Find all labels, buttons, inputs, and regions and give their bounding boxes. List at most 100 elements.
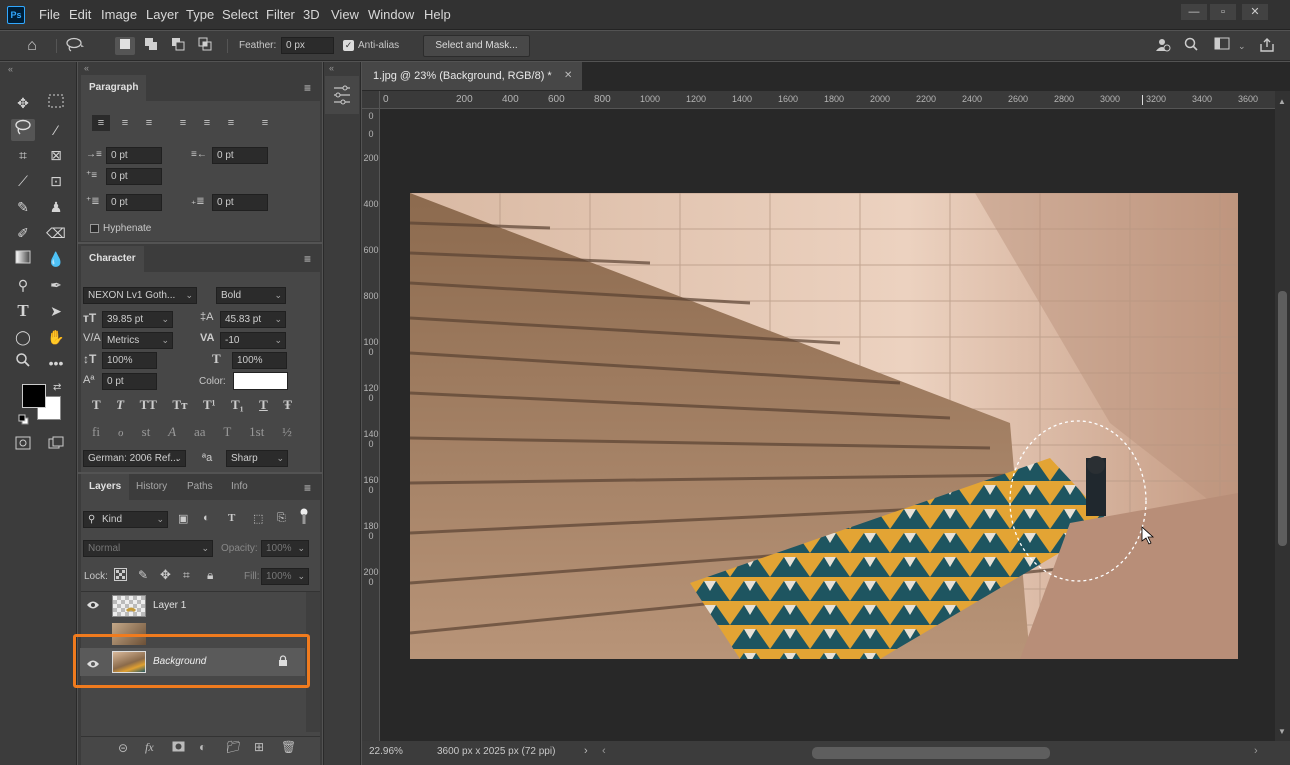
foreground-color-swatch[interactable] xyxy=(22,384,46,408)
tab-paths[interactable]: Paths xyxy=(179,474,221,500)
text-color-swatch[interactable] xyxy=(233,372,288,390)
antialias-dropdown[interactable]: Sharp ⌄ xyxy=(226,450,288,467)
magic-wand-tool-icon[interactable]: ⁄ xyxy=(44,119,68,141)
crop-tool-icon[interactable]: ⌗ xyxy=(11,144,35,166)
frame-tool-icon[interactable]: ⊠ xyxy=(44,144,68,166)
small-caps-button[interactable]: Tт xyxy=(172,397,187,415)
close-icon[interactable]: ✕ xyxy=(1242,4,1268,20)
layer-row[interactable]: Layer 1 xyxy=(80,592,305,620)
hyphenate-checkbox[interactable] xyxy=(90,224,99,233)
menu-file[interactable]: File xyxy=(39,7,60,22)
lock-all-icon[interactable]: 🔒︎ xyxy=(207,568,213,583)
adjustment-filter-icon[interactable]: ◐ xyxy=(203,512,210,524)
tracking-dropdown[interactable]: -10 ⌄ xyxy=(220,332,286,349)
vertical-scrollbar[interactable]: ▲ ▼ xyxy=(1275,91,1290,741)
ordinals-button[interactable]: 1st xyxy=(249,424,264,442)
vertical-scale-input[interactable]: 100% xyxy=(102,352,157,369)
quick-mask-icon[interactable] xyxy=(11,434,35,456)
type-tool-icon[interactable]: T xyxy=(11,300,35,322)
antialias-checkbox[interactable]: ✓ xyxy=(343,40,354,51)
patch-tool-icon[interactable]: ⊡ xyxy=(44,170,68,192)
maximize-icon[interactable]: ▫ xyxy=(1210,4,1236,20)
ligatures-button[interactable]: fi xyxy=(92,424,100,442)
dodge-tool-icon[interactable]: ⚲ xyxy=(11,274,35,296)
lasso-tool-icon[interactable] xyxy=(11,119,35,141)
scroll-down-icon[interactable]: ▼ xyxy=(1278,727,1286,736)
panel-menu-icon[interactable]: ≡ xyxy=(304,252,311,266)
menu-help[interactable]: Help xyxy=(424,7,451,22)
font-family-dropdown[interactable]: NEXON Lv1 Goth... ⌄ xyxy=(83,287,197,304)
indent-left-input[interactable]: 0 pt xyxy=(106,147,162,164)
tab-paragraph[interactable]: Paragraph xyxy=(81,75,147,101)
panel-menu-icon[interactable]: ≡ xyxy=(304,481,311,495)
default-colors-icon[interactable] xyxy=(18,414,29,425)
fill-dropdown[interactable]: 100% ⌄ xyxy=(261,568,309,585)
eraser-tool-icon[interactable]: ⌫ xyxy=(44,222,68,244)
fractions-button[interactable]: ½ xyxy=(282,424,292,442)
menu-window[interactable]: Window xyxy=(368,7,414,22)
all-caps-button[interactable]: TT xyxy=(140,397,157,415)
intersect-selection-icon[interactable] xyxy=(195,37,215,55)
scroll-up-icon[interactable]: ▲ xyxy=(1278,97,1286,106)
adjustment-layer-icon[interactable]: ◐ xyxy=(199,740,206,754)
menu-layer[interactable]: Layer xyxy=(146,7,179,22)
add-mask-icon[interactable] xyxy=(172,741,185,752)
superscript-button[interactable]: T¹ xyxy=(203,397,216,415)
language-dropdown[interactable]: German: 2006 Ref... ⌄ xyxy=(83,450,186,467)
justify-all-icon[interactable]: ≡ xyxy=(256,115,274,131)
layer-name[interactable]: Layer 1 xyxy=(153,600,186,611)
lasso-preset-icon[interactable] xyxy=(64,37,84,55)
zoom-level[interactable]: 22.96% xyxy=(369,746,403,757)
opacity-dropdown[interactable]: 100% ⌄ xyxy=(261,540,309,557)
indent-first-line-input[interactable]: 0 pt xyxy=(106,168,162,185)
delete-layer-icon[interactable]: 🗑︎ xyxy=(281,740,296,754)
blur-tool-icon[interactable]: 💧 xyxy=(44,248,68,270)
swash-button[interactable]: A xyxy=(168,424,176,442)
subscript-button[interactable]: T₁ xyxy=(231,397,244,415)
gradient-tool-icon[interactable] xyxy=(11,248,35,270)
feather-input[interactable]: 0 px xyxy=(281,37,334,54)
menu-edit[interactable]: Edit xyxy=(69,7,91,22)
chevron-down-icon[interactable]: ⌄ xyxy=(1238,41,1246,52)
home-icon[interactable]: ⌂ xyxy=(22,37,42,55)
subtract-selection-icon[interactable] xyxy=(168,37,188,55)
eyedropper-tool-icon[interactable]: ⟋ xyxy=(11,170,35,192)
align-left-icon[interactable]: ≡ xyxy=(92,115,110,131)
scroll-thumb[interactable] xyxy=(1278,291,1287,546)
space-before-input[interactable]: 0 pt xyxy=(106,194,162,211)
kerning-dropdown[interactable]: Metrics ⌄ xyxy=(102,332,173,349)
new-layer-icon[interactable]: ⊞ xyxy=(254,740,264,754)
type-filter-icon[interactable]: T xyxy=(228,512,235,524)
menu-3d[interactable]: 3D xyxy=(303,7,320,22)
strikethrough-button[interactable]: Ŧ xyxy=(283,397,292,415)
menu-view[interactable]: View xyxy=(331,7,359,22)
ellipse-tool-icon[interactable]: ◯ xyxy=(11,326,35,348)
discretionary-ligatures-button[interactable]: st xyxy=(142,424,151,442)
brush-tool-icon[interactable]: ✎ xyxy=(11,196,35,218)
canvas-area[interactable] xyxy=(380,109,1275,741)
document-image[interactable] xyxy=(410,193,1238,659)
tab-layers[interactable]: Layers xyxy=(81,474,130,500)
collapse-icon[interactable]: « xyxy=(8,64,13,74)
move-tool-icon[interactable]: ✥ xyxy=(11,92,35,114)
blend-mode-dropdown[interactable]: Normal ⌄ xyxy=(83,540,213,557)
justify-last-left-icon[interactable]: ≡ xyxy=(174,115,192,131)
tab-character[interactable]: Character xyxy=(81,246,144,272)
minimize-icon[interactable]: — xyxy=(1181,4,1207,20)
underline-button[interactable]: T xyxy=(259,397,268,415)
stamp-tool-icon[interactable]: ♟ xyxy=(44,196,68,218)
menu-select[interactable]: Select xyxy=(222,7,258,22)
lock-position-icon[interactable]: ✥ xyxy=(160,567,171,583)
scroll-left-icon[interactable]: ‹ xyxy=(602,745,606,757)
collapse-icon[interactable]: « xyxy=(84,63,89,73)
panel-menu-icon[interactable]: ≡ xyxy=(304,81,311,95)
leading-dropdown[interactable]: 45.83 pt ⌄ xyxy=(220,311,286,328)
align-center-icon[interactable]: ≡ xyxy=(116,115,134,131)
font-style-dropdown[interactable]: Bold ⌄ xyxy=(216,287,286,304)
tab-history[interactable]: History xyxy=(128,474,175,500)
menu-filter[interactable]: Filter xyxy=(266,7,295,22)
horizontal-scale-input[interactable]: 100% xyxy=(232,352,287,369)
new-group-icon[interactable]: 📁︎ xyxy=(226,740,241,754)
add-selection-icon[interactable] xyxy=(141,37,161,55)
select-and-mask-button[interactable]: Select and Mask... xyxy=(423,35,530,57)
